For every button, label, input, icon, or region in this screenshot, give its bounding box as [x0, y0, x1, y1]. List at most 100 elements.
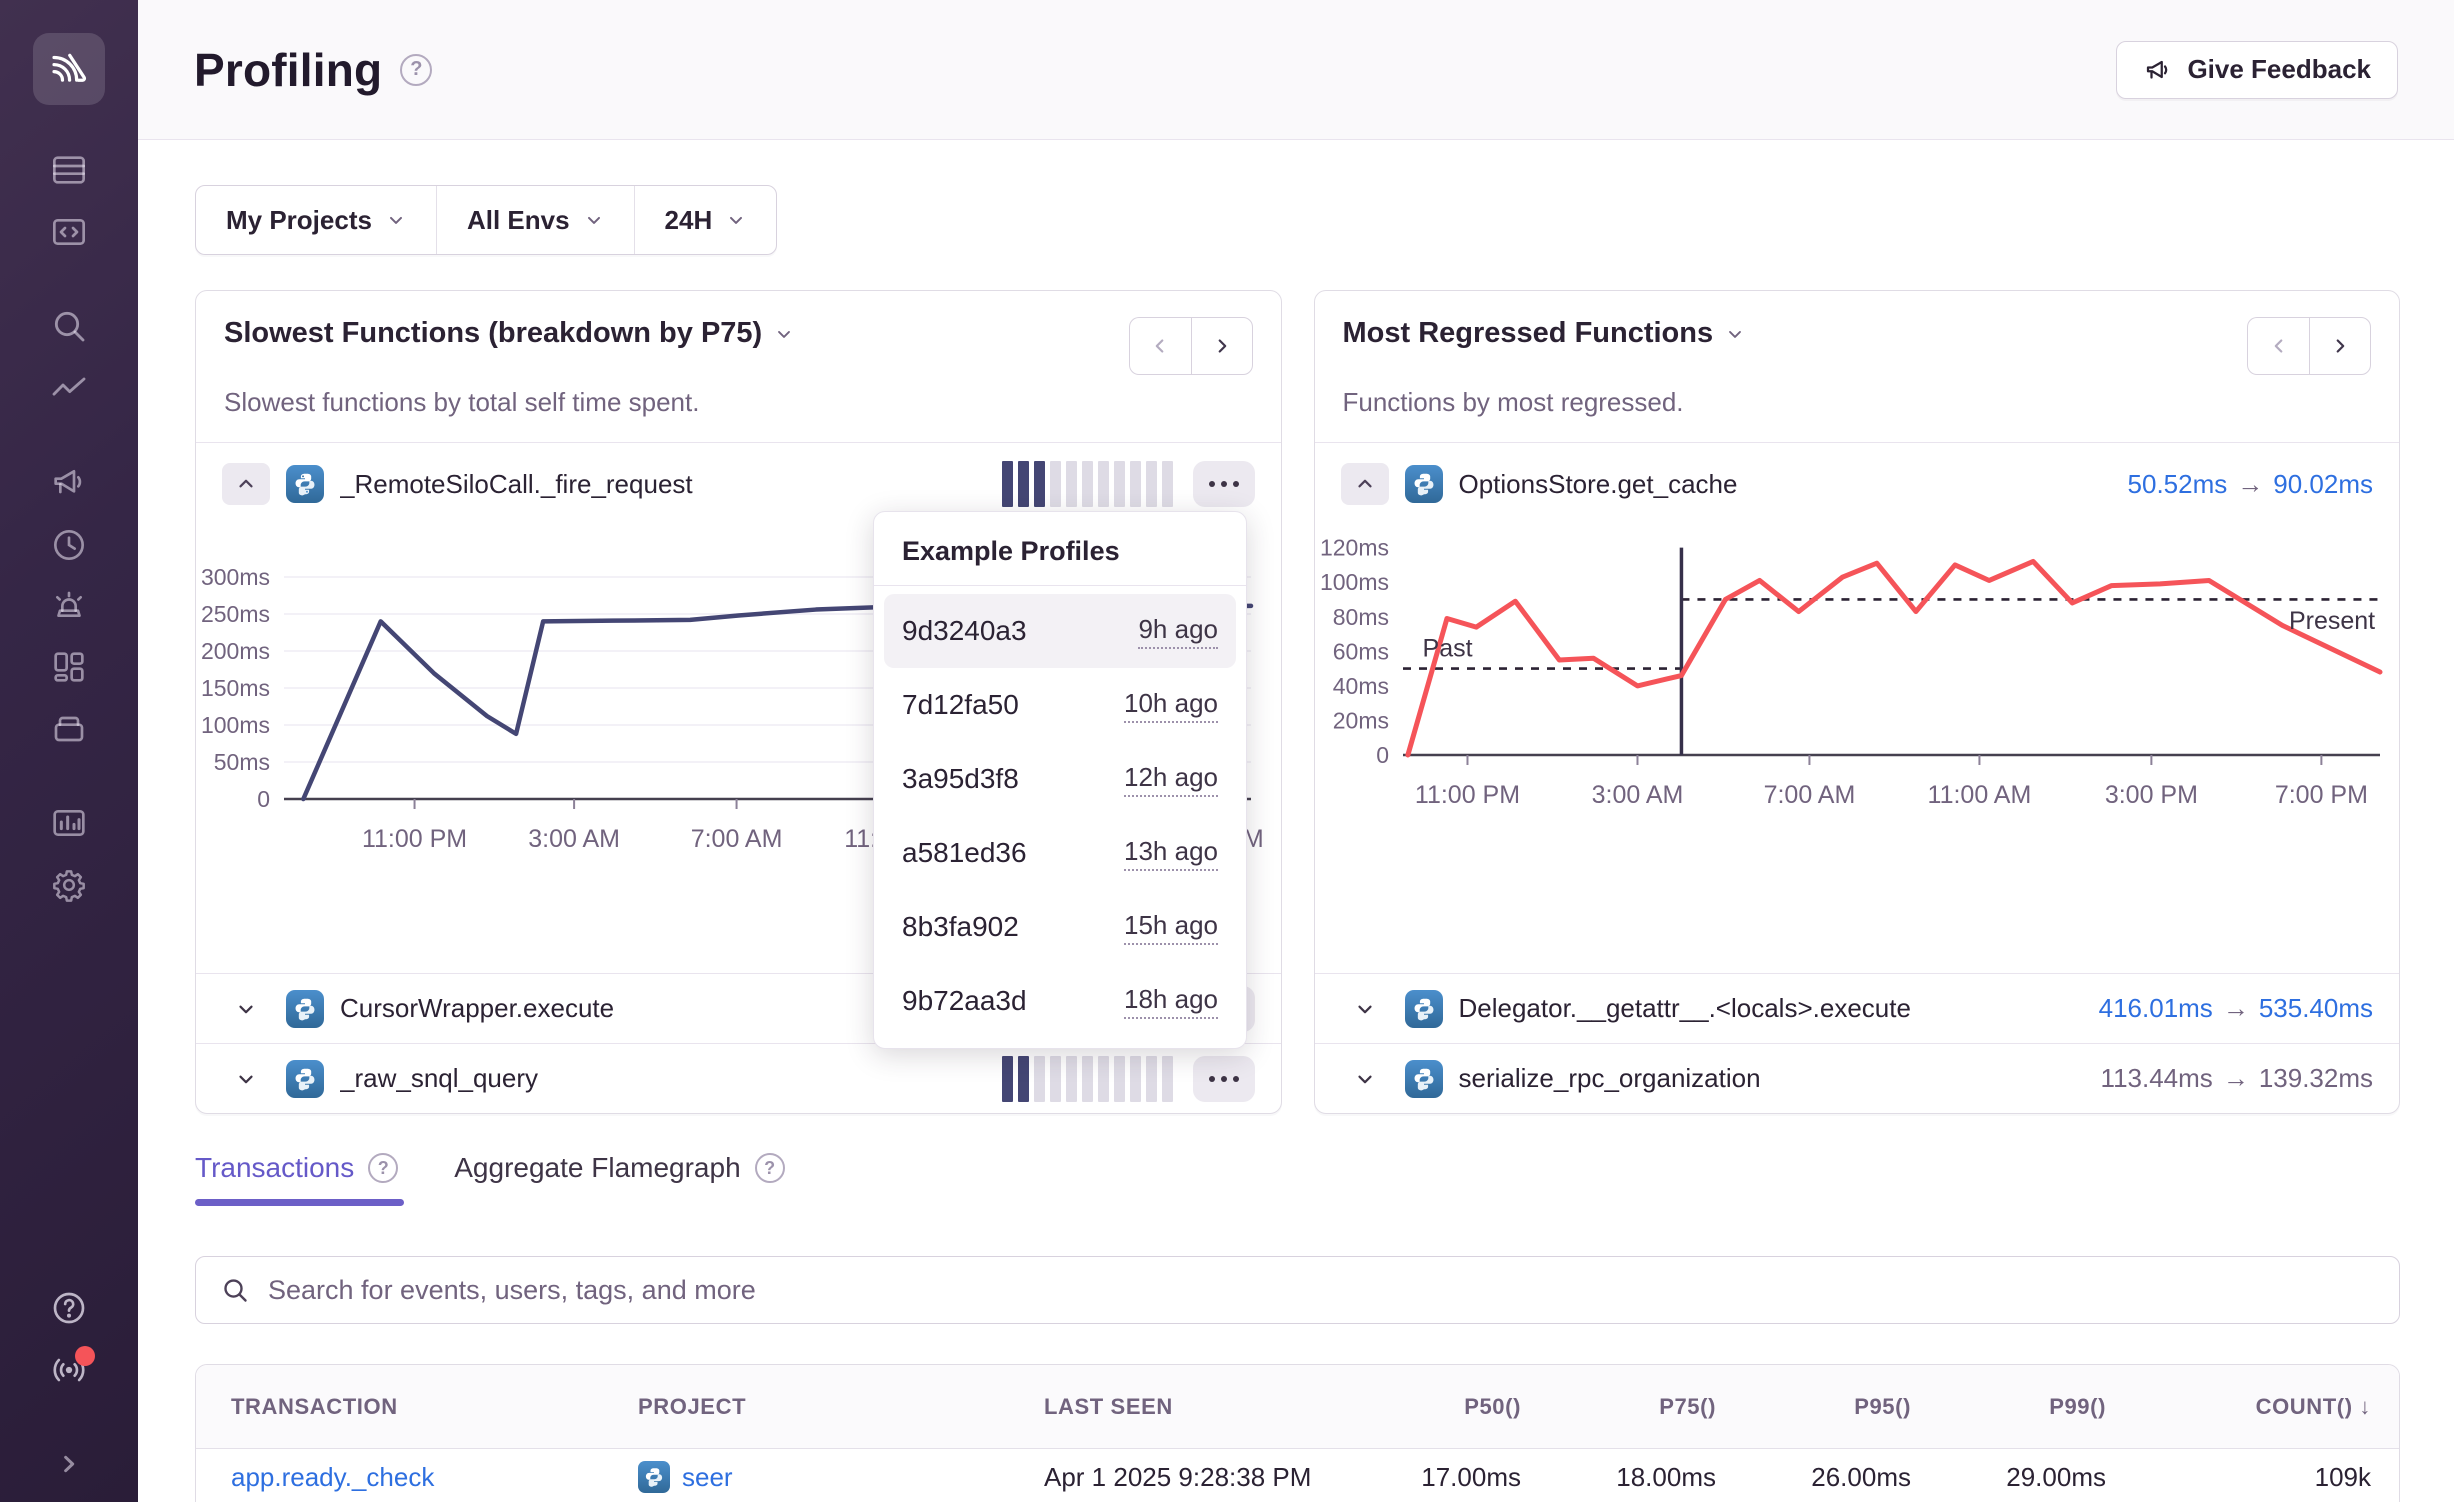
profile-age[interactable]: 15h ago: [1124, 910, 1218, 945]
date-range-label: 24H: [665, 205, 713, 236]
col-p50[interactable]: P50(): [1341, 1394, 1521, 1420]
sidebar-item-alerts[interactable]: [47, 585, 91, 629]
function-name[interactable]: OptionsStore.get_cache: [1459, 469, 1738, 500]
sidebar-item-stats[interactable]: [47, 801, 91, 845]
sidebar-item-help[interactable]: [47, 1286, 91, 1330]
profile-item[interactable]: 8b3fa902 15h ago: [884, 890, 1236, 964]
after-value: 535.40ms: [2259, 993, 2373, 1023]
before-value: 113.44ms: [2101, 1063, 2213, 1093]
profile-item[interactable]: 9d3240a3 9h ago: [884, 594, 1236, 668]
next-page-button[interactable]: [2309, 317, 2371, 375]
function-name[interactable]: Delegator.__getattr__.<locals>.execute: [1459, 993, 1911, 1024]
expand-row-button[interactable]: [222, 1058, 270, 1100]
row-actions-button[interactable]: [1193, 461, 1255, 507]
prev-page-button[interactable]: [1129, 317, 1191, 375]
tab-transactions[interactable]: Transactions ?: [195, 1152, 398, 1206]
collapse-row-button[interactable]: [1341, 463, 1389, 505]
function-row: serialize_rpc_organization 113.44ms→139.…: [1315, 1043, 2400, 1113]
regression-values[interactable]: 113.44ms→139.32ms: [2101, 1063, 2373, 1094]
svg-text:50ms: 50ms: [214, 749, 270, 775]
next-page-button[interactable]: [1191, 317, 1253, 375]
give-feedback-button[interactable]: Give Feedback: [2116, 41, 2398, 99]
collapse-row-button[interactable]: [222, 463, 270, 505]
sidebar-item-traces[interactable]: [47, 368, 91, 412]
svg-text:20ms: 20ms: [1332, 707, 1388, 733]
project-link[interactable]: seer: [682, 1462, 733, 1493]
sidebar-item-issues[interactable]: [47, 148, 91, 192]
expand-row-button[interactable]: [222, 988, 270, 1030]
profile-item[interactable]: 3a95d3f8 12h ago: [884, 742, 1236, 816]
python-logo: [291, 995, 319, 1023]
profile-age[interactable]: 13h ago: [1124, 836, 1218, 871]
project-cell[interactable]: seer: [638, 1461, 1044, 1493]
project-filter[interactable]: My Projects: [196, 186, 436, 254]
sidebar-item-replays[interactable]: [47, 523, 91, 567]
transactions-table: TRANSACTION PROJECT LAST SEEN P50() P75(…: [195, 1364, 2400, 1502]
count-value: 109k: [2106, 1462, 2371, 1493]
most-regressed-chart: 020ms40ms60ms80ms100ms120ms11:00 PM3:00 …: [1315, 527, 2400, 827]
regression-values[interactable]: 416.01ms→535.40ms: [2099, 993, 2373, 1024]
profile-age[interactable]: 10h ago: [1124, 688, 1218, 723]
sidebar-item-dashboards[interactable]: [47, 645, 91, 689]
chevron-left-icon: [1149, 335, 1171, 357]
function-name[interactable]: _RemoteSiloCall._fire_request: [340, 469, 693, 500]
tab-aggregate-flamegraph[interactable]: Aggregate Flamegraph ?: [454, 1152, 784, 1206]
col-last-seen[interactable]: LAST SEEN: [1044, 1394, 1341, 1420]
col-project[interactable]: PROJECT: [638, 1394, 1044, 1420]
function-name[interactable]: _raw_snql_query: [340, 1063, 538, 1094]
chevron-right-icon: [49, 1444, 89, 1484]
col-transaction[interactable]: TRANSACTION: [231, 1394, 638, 1420]
tab-help-icon[interactable]: ?: [755, 1153, 785, 1183]
expand-row-button[interactable]: [1341, 988, 1389, 1030]
svg-text:7:00 AM: 7:00 AM: [691, 825, 783, 853]
sidebar-item-releases[interactable]: [47, 707, 91, 751]
svg-text:200ms: 200ms: [201, 638, 270, 664]
function-name[interactable]: serialize_rpc_organization: [1459, 1063, 1761, 1094]
svg-text:11:00 PM: 11:00 PM: [362, 825, 467, 853]
sidebar-item-whats-new[interactable]: [47, 1348, 91, 1392]
col-p75[interactable]: P75(): [1521, 1394, 1716, 1420]
profile-item[interactable]: a581ed36 13h ago: [884, 816, 1236, 890]
code-folder-icon: [49, 212, 89, 252]
profile-item[interactable]: 7d12fa50 10h ago: [884, 668, 1236, 742]
prev-page-button[interactable]: [2247, 317, 2309, 375]
sidebar-item-settings[interactable]: [47, 863, 91, 907]
sidebar-item-explore[interactable]: [47, 304, 91, 348]
search-input[interactable]: [268, 1275, 2375, 1306]
tab-label: Transactions: [195, 1152, 354, 1184]
sidebar-item-projects[interactable]: [47, 210, 91, 254]
function-name[interactable]: CursorWrapper.execute: [340, 993, 614, 1024]
slowest-functions-title[interactable]: Slowest Functions (breakdown by P75): [224, 317, 794, 350]
profile-age[interactable]: 9h ago: [1138, 614, 1218, 649]
row-actions-button[interactable]: [1193, 1056, 1255, 1102]
date-range-filter[interactable]: 24H: [634, 186, 777, 254]
chevron-down-icon: [726, 210, 746, 230]
svg-text:11:00 AM: 11:00 AM: [1927, 781, 2031, 809]
col-p99[interactable]: P99(): [1911, 1394, 2106, 1420]
python-logo: [1410, 470, 1438, 498]
python-platform-icon: [286, 990, 324, 1028]
profile-id: 9d3240a3: [902, 615, 1027, 647]
environment-filter[interactable]: All Envs: [436, 186, 634, 254]
col-count[interactable]: COUNT() ↓: [2106, 1394, 2371, 1420]
tab-bar: Transactions ? Aggregate Flamegraph ?: [195, 1152, 2400, 1206]
profile-item[interactable]: 9b72aa3d 18h ago: [884, 964, 1236, 1038]
profile-age[interactable]: 12h ago: [1124, 762, 1218, 797]
filter-bar: My Projects All Envs 24H: [195, 185, 777, 255]
sidebar-item-feedback[interactable]: [47, 460, 91, 504]
p99-value: 29.00ms: [1911, 1462, 2106, 1493]
most-regressed-title[interactable]: Most Regressed Functions: [1343, 317, 1746, 350]
bar-chart-icon: [49, 803, 89, 843]
profile-age[interactable]: 18h ago: [1124, 984, 1218, 1019]
sidebar-expand-button[interactable]: [47, 1442, 91, 1486]
profile-id: 3a95d3f8: [902, 763, 1019, 795]
mini-histogram: [1002, 1055, 1173, 1103]
sentry-logo-icon[interactable]: [33, 33, 105, 105]
transaction-link[interactable]: app.ready._check: [231, 1462, 638, 1493]
tab-help-icon[interactable]: ?: [368, 1153, 398, 1183]
col-p95[interactable]: P95(): [1716, 1394, 1911, 1420]
page-help-icon[interactable]: ?: [400, 54, 432, 86]
regression-values[interactable]: 50.52ms→90.02ms: [2128, 469, 2373, 500]
svg-text:100ms: 100ms: [201, 712, 270, 738]
expand-row-button[interactable]: [1341, 1058, 1389, 1100]
